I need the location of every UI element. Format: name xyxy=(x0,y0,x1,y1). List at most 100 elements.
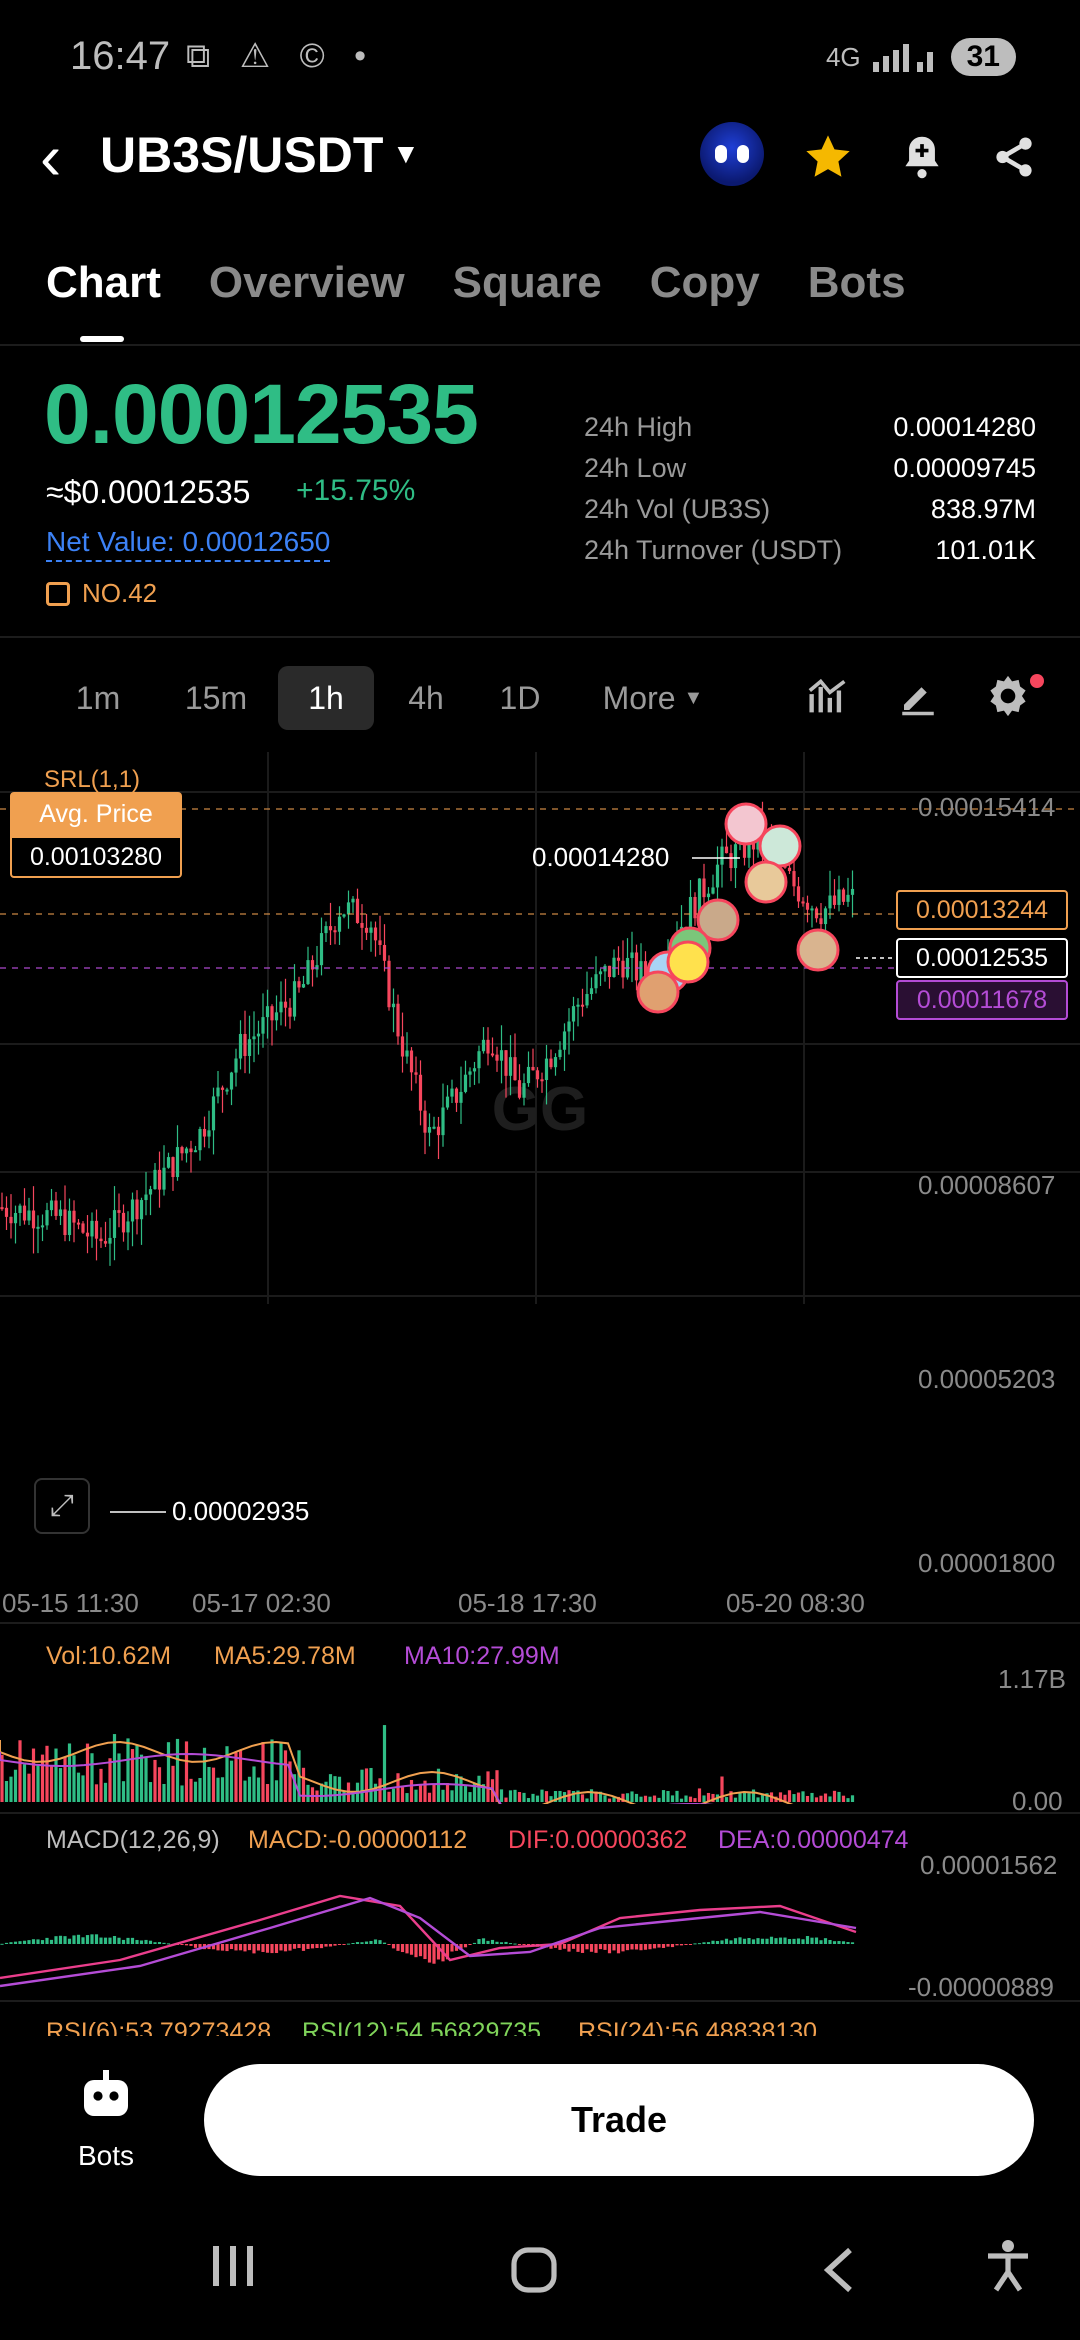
macd-histogram-bar xyxy=(481,1938,486,1944)
volume-y-top: 1.17B xyxy=(998,1664,1066,1694)
macd-histogram-bar xyxy=(306,1944,310,1949)
price-tag-purple: 0.00011678 xyxy=(896,980,1068,1020)
x-axis-label: 05-20 08:30 xyxy=(726,1588,865,1618)
more-label: More xyxy=(602,679,676,716)
volume-bar xyxy=(391,1788,396,1802)
volume-bar xyxy=(585,1798,589,1802)
candle-body xyxy=(445,1096,450,1108)
macd-histogram-bar xyxy=(369,1940,373,1944)
draw-icon[interactable] xyxy=(890,668,946,724)
macd-histogram-bar xyxy=(301,1944,306,1951)
candle-body xyxy=(261,1017,265,1034)
candle-body xyxy=(405,1050,409,1057)
volume-bar xyxy=(414,1789,418,1802)
indicators-icon[interactable] xyxy=(800,668,856,724)
macd-histogram-bar xyxy=(288,1944,292,1951)
candle-body xyxy=(733,844,738,869)
macd-histogram-bar xyxy=(405,1944,409,1954)
tab-square[interactable]: Square xyxy=(453,258,602,308)
candle-body xyxy=(490,1053,495,1056)
macd-histogram-bar xyxy=(679,1944,684,1946)
bots-icon[interactable] xyxy=(80,2070,132,2123)
settings-icon[interactable] xyxy=(980,668,1036,724)
volume-bar xyxy=(733,1797,738,1802)
timeframe-1m[interactable]: 1m xyxy=(56,666,140,730)
candle-body xyxy=(99,1238,103,1242)
macd-histogram-bar xyxy=(333,1944,337,1946)
star-icon[interactable] xyxy=(796,125,860,189)
net-value-link[interactable]: Net Value: 0.00012650 xyxy=(46,526,331,562)
candle-body xyxy=(252,1036,256,1040)
timeframe-1d[interactable]: 1D xyxy=(478,666,562,730)
bot-avatar[interactable] xyxy=(700,122,764,186)
timeframe-4h[interactable]: 4h xyxy=(384,666,468,730)
trade-button[interactable]: Trade xyxy=(204,2064,1034,2176)
back-icon[interactable]: ‹ xyxy=(40,120,61,194)
candle-body xyxy=(216,1087,220,1097)
caret-down-icon[interactable]: ▼ xyxy=(392,138,420,170)
back-nav-icon[interactable] xyxy=(822,2242,854,2307)
tab-overview[interactable]: Overview xyxy=(209,258,405,308)
macd-histogram-bar xyxy=(373,1939,378,1944)
pair-title[interactable]: UB3S/USDT xyxy=(100,126,383,184)
volume-bar xyxy=(99,1768,103,1802)
macd-histogram-bar xyxy=(706,1942,711,1944)
home-icon[interactable] xyxy=(510,2242,558,2307)
candle-body xyxy=(373,927,378,941)
volume-bar xyxy=(373,1783,378,1802)
expand-icon[interactable]: ⤢ xyxy=(34,1478,90,1534)
macd-histogram-bar xyxy=(220,1944,225,1951)
macd-histogram-bar xyxy=(576,1944,580,1952)
tab-copy[interactable]: Copy xyxy=(650,258,760,308)
volume-bar xyxy=(445,1783,450,1802)
candle-body xyxy=(45,1210,49,1226)
rank-badge[interactable]: NO.42 xyxy=(46,578,157,609)
recent-apps-icon[interactable] xyxy=(210,2238,256,2303)
status-right: 4G 31 xyxy=(826,38,1016,76)
volume-bar xyxy=(468,1792,472,1802)
high-marker-label: 0.00014280 xyxy=(532,842,670,872)
share-icon[interactable] xyxy=(982,125,1046,189)
volume-bar xyxy=(382,1725,387,1802)
macd-histogram-bar xyxy=(693,1943,697,1945)
macd-histogram-bar xyxy=(364,1941,369,1944)
bots-label[interactable]: Bots xyxy=(78,2140,134,2172)
macd-histogram-bar xyxy=(733,1938,738,1944)
volume-bar xyxy=(526,1798,531,1802)
volume-bar xyxy=(648,1796,652,1802)
macd-histogram-bar xyxy=(765,1938,769,1944)
divider xyxy=(0,636,1080,638)
volume-bar xyxy=(675,1790,679,1802)
volume-bar xyxy=(720,1776,724,1802)
macd-histogram-bar xyxy=(135,1939,139,1944)
candle-body xyxy=(621,960,625,978)
macd-histogram-bar xyxy=(324,1944,328,1947)
timeframe-more[interactable]: More ▼ xyxy=(586,666,720,730)
candle-body xyxy=(265,1006,270,1018)
volume-bar xyxy=(0,1754,4,1802)
stat-value: 0.00009745 xyxy=(893,453,1036,483)
accessibility-icon[interactable] xyxy=(986,2240,1030,2305)
candle-body xyxy=(148,1189,153,1195)
x-axis-label: 05-18 17:30 xyxy=(458,1588,597,1618)
macd-histogram-bar xyxy=(319,1944,324,1949)
macd-histogram-bar xyxy=(688,1944,693,1945)
tab-chart[interactable]: Chart xyxy=(46,258,161,308)
macd-histogram-bar xyxy=(310,1944,315,1949)
bell-plus-icon[interactable] xyxy=(890,125,954,189)
tab-bar: Chart Overview Square Copy Bots xyxy=(46,258,906,308)
timeframe-15m[interactable]: 15m xyxy=(166,666,266,730)
timeframe-1h[interactable]: 1h xyxy=(278,666,374,730)
macd-histogram-bar xyxy=(747,1938,751,1944)
macd-histogram-bar xyxy=(634,1944,639,1950)
y-axis-label: 0.00008607 xyxy=(918,1170,1056,1200)
candle-body xyxy=(688,896,693,929)
volume-bar xyxy=(324,1781,328,1802)
volume-bar xyxy=(634,1793,639,1802)
volume-bar xyxy=(166,1742,171,1802)
candle-body xyxy=(423,1110,427,1133)
tab-bots[interactable]: Bots xyxy=(808,258,906,308)
macd-histogram-bar xyxy=(409,1944,414,1955)
macd-histogram-bar xyxy=(477,1939,481,1944)
candle-body xyxy=(832,895,837,905)
